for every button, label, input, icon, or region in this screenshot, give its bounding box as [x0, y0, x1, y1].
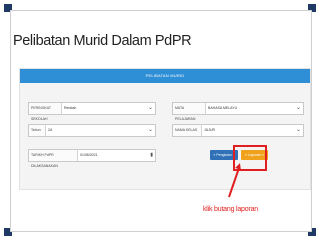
peringkat-value: Rendah — [64, 106, 77, 110]
tarikh-label: TARIKH PdPR DILAKSANAKAN — [29, 150, 78, 168]
mata-pelajaran-label: MATA PELAJARAN — [173, 103, 206, 121]
nama-kelas-label: NAMA KELAS — [173, 125, 202, 136]
tarikh-date-input[interactable]: TARIKH PdPR DILAKSANAKAN 01/06/2021 ▮ — [28, 149, 156, 168]
page-title: Pelibatan Murid Dalam PdPR — [13, 33, 192, 49]
pelibatan-panel: PELIBATAN MURID PERINGKAT SEKOLAH Rendah… — [19, 68, 311, 190]
tarikh-value: 01/06/2021 — [80, 153, 98, 157]
calendar-icon[interactable]: ▮ — [150, 150, 153, 161]
chevron-down-icon: ⌄ — [147, 127, 153, 133]
peringkat-label: PERINGKAT SEKOLAH — [29, 103, 62, 121]
nama-kelas-select[interactable]: NAMA KELAS JUJUR ⌄ — [172, 124, 304, 137]
tahun-value: 2A — [48, 128, 53, 132]
chevron-down-icon: ⌄ — [147, 105, 153, 111]
tahun-label: Tahun — [29, 125, 46, 136]
peringkat-select[interactable]: PERINGKAT SEKOLAH Rendah ⌄ — [28, 102, 156, 121]
chevron-down-icon: ⌄ — [295, 127, 301, 133]
mata-pelajaran-value: BAHASA MELAYU — [208, 106, 238, 110]
screenshot-frame: Pelibatan Murid Dalam PdPR PELIBATAN MUR… — [10, 10, 312, 232]
nama-kelas-value: JUJUR — [204, 128, 216, 132]
tahun-select[interactable]: Tahun 2A ⌄ — [28, 124, 156, 137]
panel-header: PELIBATAN MURID — [20, 69, 310, 83]
chevron-down-icon: ⌄ — [295, 105, 301, 111]
annotation-callout: klik butang laporan — [203, 206, 258, 213]
mata-pelajaran-select[interactable]: MATA PELAJARAN BAHASA MELAYU ⌄ — [172, 102, 304, 121]
